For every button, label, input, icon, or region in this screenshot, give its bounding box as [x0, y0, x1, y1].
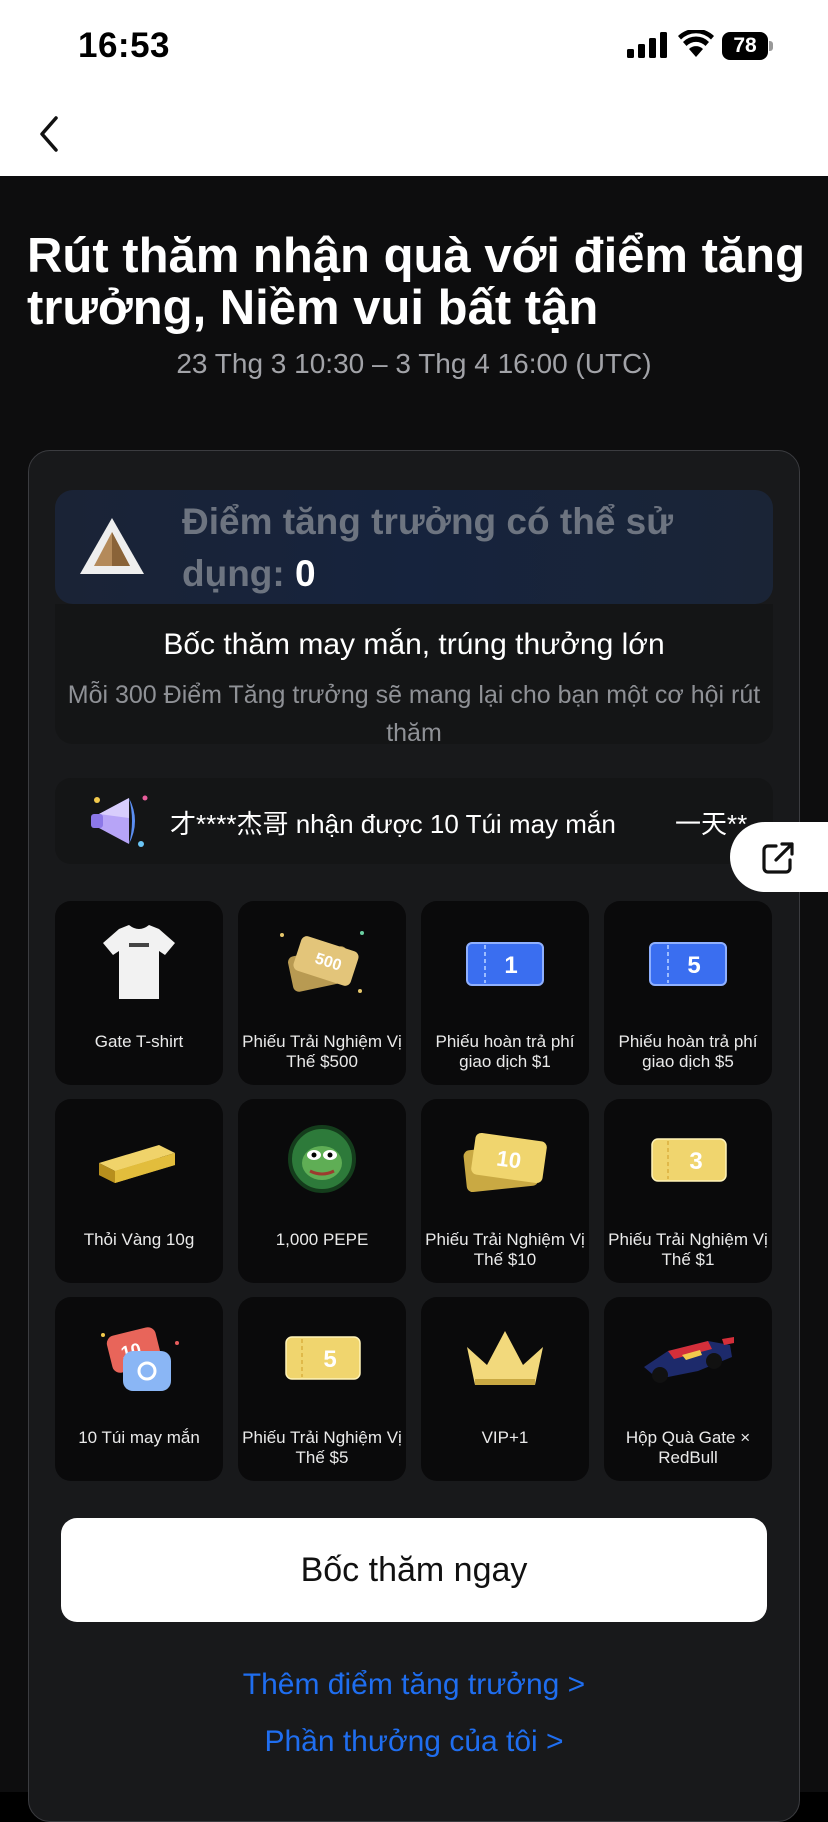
lucky-bag-icon: 10	[101, 1327, 179, 1391]
voucher-amount: 10	[495, 1145, 523, 1173]
rebate-ticket-1-icon: 1	[466, 942, 544, 986]
points-text: Điểm tăng trưởng có thể sử dụng: 0	[182, 496, 742, 600]
event-dates: 23 Thg 3 10:30 – 3 Thg 4 16:00 (UTC)	[176, 348, 652, 379]
draw-now-button[interactable]: Bốc thăm ngay	[61, 1518, 767, 1622]
points-value: 0	[295, 553, 316, 594]
ticker-message: 才****杰哥 nhận được 10 Túi may mắn	[170, 809, 616, 839]
crown-icon	[467, 1331, 543, 1385]
cellular-signal-icon	[627, 32, 667, 58]
prize-item: 500 Phiếu Trải Nghiệm Vị Thế $500	[238, 901, 406, 1085]
prize-label: Hộp Quà Gate × RedBull	[625, 1428, 751, 1467]
status-time: 16:53	[78, 26, 171, 65]
growth-points-icon	[80, 518, 144, 574]
prize-label: Thỏi Vàng 10g	[83, 1230, 195, 1249]
draw-subtitle: Mỗi 300 Điểm Tăng trưởng sẽ mang lại cho…	[67, 681, 761, 747]
status-bar: 16:53 78	[0, 0, 828, 176]
back-button[interactable]	[34, 112, 64, 156]
prize-item: 1,000 PEPE	[238, 1099, 406, 1283]
pepe-coin-icon	[288, 1125, 356, 1193]
prize-item: VIP+1	[421, 1297, 589, 1481]
prize-label: Phiếu Trải Nghiệm Vị Thế $10	[425, 1230, 585, 1269]
prize-label: 1,000 PEPE	[275, 1230, 369, 1249]
prize-label: Phiếu Trải Nghiệm Vị Thế $500	[242, 1032, 402, 1071]
prize-label: Phiếu hoàn trả phí giao dịch $1	[435, 1032, 575, 1071]
prize-label: 10 Túi may mắn	[78, 1428, 200, 1447]
prize-item: Gate T-shirt	[55, 901, 223, 1085]
winners-ticker: 才****杰哥 nhận được 10 Túi may mắn 一天**	[55, 778, 773, 864]
prize-item: Thỏi Vàng 10g	[55, 1099, 223, 1283]
gold-bar-icon	[99, 1145, 175, 1183]
ticket-amount: 5	[687, 952, 700, 979]
page-title: Rút thăm nhận quà với điểm tăng trưởng, …	[27, 229, 806, 335]
battery-icon: 78	[722, 32, 774, 60]
prize-label: Gate T-shirt	[94, 1032, 184, 1051]
prize-item: 1 Phiếu hoàn trả phí giao dịch $1	[421, 901, 589, 1085]
prize-label: Phiếu Trải Nghiệm Vị Thế $1	[608, 1230, 768, 1269]
rebate-ticket-5-icon: 5	[649, 942, 727, 986]
prize-item: 10 Phiếu Trải Nghiệm Vị Thế $10	[421, 1099, 589, 1283]
voucher-amount: 3	[689, 1148, 702, 1175]
my-rewards-link[interactable]: Phần thưởng của tôi >	[0, 1725, 828, 1759]
draw-title: Bốc thăm may mắn, trúng thưởng lớn	[163, 628, 665, 661]
voucher-10-icon: 10	[463, 1132, 547, 1193]
battery-level: 78	[733, 34, 757, 57]
prize-item: 5 Phiếu Trải Nghiệm Vị Thế $5	[238, 1297, 406, 1481]
voucher-amount: 5	[323, 1346, 336, 1373]
race-car-icon	[644, 1337, 734, 1383]
ticket-amount: 1	[504, 952, 517, 979]
add-points-link[interactable]: Thêm điểm tăng trưởng >	[0, 1668, 828, 1702]
voucher-500-icon: 500	[280, 931, 364, 993]
voucher-3-icon: 3	[651, 1138, 727, 1182]
prize-item: 3 Phiếu Trải Nghiệm Vị Thế $1	[604, 1099, 772, 1283]
prize-item: Hộp Quà Gate × RedBull	[604, 1297, 772, 1481]
share-button[interactable]	[730, 822, 828, 892]
voucher-5-icon: 5	[285, 1336, 361, 1380]
wifi-icon	[678, 30, 714, 57]
prize-label: Phiếu Trải Nghiệm Vị Thế $5	[242, 1428, 402, 1467]
prize-item: 10 10 Túi may mắn	[55, 1297, 223, 1481]
share-icon	[762, 842, 794, 874]
prize-label: VIP+1	[481, 1428, 529, 1447]
prize-item: 5 Phiếu hoàn trả phí giao dịch $5	[604, 901, 772, 1085]
megaphone-icon	[91, 795, 148, 847]
tshirt-icon	[103, 925, 175, 999]
prize-label: Phiếu hoàn trả phí giao dịch $5	[618, 1032, 758, 1071]
points-label: Điểm tăng trưởng có thể sử dụng:	[182, 501, 674, 594]
